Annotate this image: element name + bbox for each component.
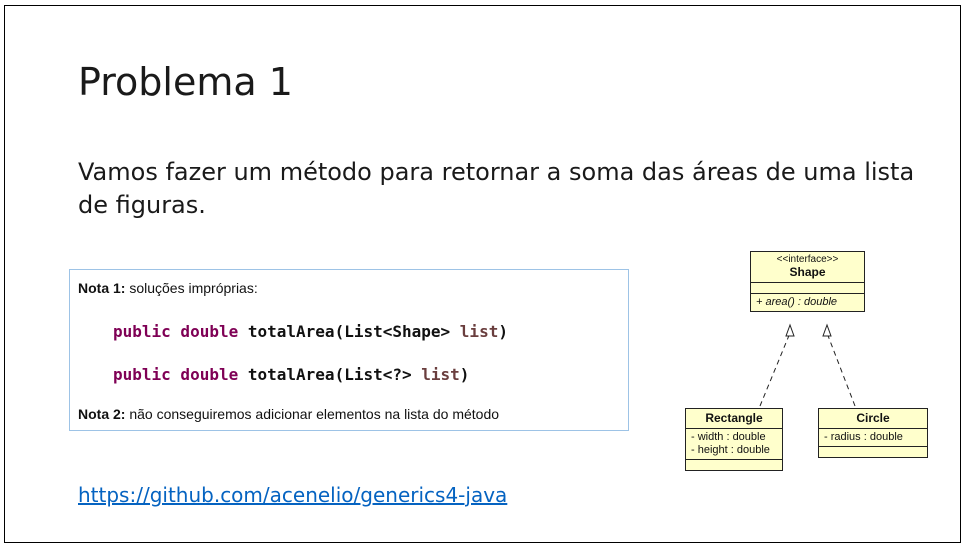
note-2-text: não conseguiremos adicionar elementos na… [125,406,500,422]
slide: Problema 1 Vamos fazer um método para re… [4,5,961,543]
code-1-close: ) [498,322,508,341]
code-line-2: public double totalArea(List<?> list) [113,365,469,384]
uml-class-shape: <<interface>> Shape + area() : double [750,251,865,312]
slide-intro-text: Vamos fazer um método para retornar a so… [78,158,915,219]
code-1-keywords: public double [113,322,239,341]
circle-attributes: - radius : double [819,429,927,447]
rectangle-operations [686,460,782,470]
uml-diagram: <<interface>> Shape + area() : double Re… [665,246,945,496]
rectangle-realization-line [759,332,791,407]
note-1-text: soluções impróprias: [125,280,258,296]
circle-operations [819,447,927,457]
circle-attr-radius: - radius : double [824,431,903,443]
code-2-close: ) [459,365,470,384]
note-1-label: Nota 1: [78,280,126,296]
shape-name: Shape [789,265,826,279]
rectangle-attr-width: - width : double [691,431,766,443]
circle-header: Circle [819,409,927,429]
slide-title: Problema 1 [78,60,293,104]
circle-realization-arrow [822,323,832,337]
rectangle-realization-arrow [785,323,795,337]
rectangle-name: Rectangle [705,411,763,425]
circle-realization-line [826,332,856,407]
github-link[interactable]: https://github.com/acenelio/generics4-ja… [78,483,507,507]
shape-attributes [751,283,864,294]
note-1: Nota 1: soluções impróprias: [78,280,258,296]
note-2: Nota 2: não conseguiremos adicionar elem… [78,406,499,422]
code-line-1: public double totalArea(List<Shape> list… [113,322,508,341]
uml-class-circle: Circle - radius : double [818,408,928,458]
note-box: Nota 1: soluções impróprias: public doub… [69,269,629,431]
code-2-keywords: public double [113,365,239,384]
shape-stereotype: <<interface>> [776,254,839,265]
code-2-param: list [421,365,460,384]
uml-class-rectangle: Rectangle - width : double - height : do… [685,408,783,471]
code-1-method: totalArea(List<Shape> [238,322,460,341]
rectangle-attr-height: - height : double [691,444,770,456]
note-2-label: Nota 2: [78,406,126,422]
shape-header: <<interface>> Shape [751,252,864,283]
circle-name: Circle [856,411,890,425]
rectangle-header: Rectangle [686,409,782,429]
code-2-method: totalArea(List<?> [238,365,422,384]
rectangle-attributes: - width : double - height : double [686,429,782,460]
code-1-param: list [459,322,499,341]
shape-operation: + area() : double [756,296,838,308]
